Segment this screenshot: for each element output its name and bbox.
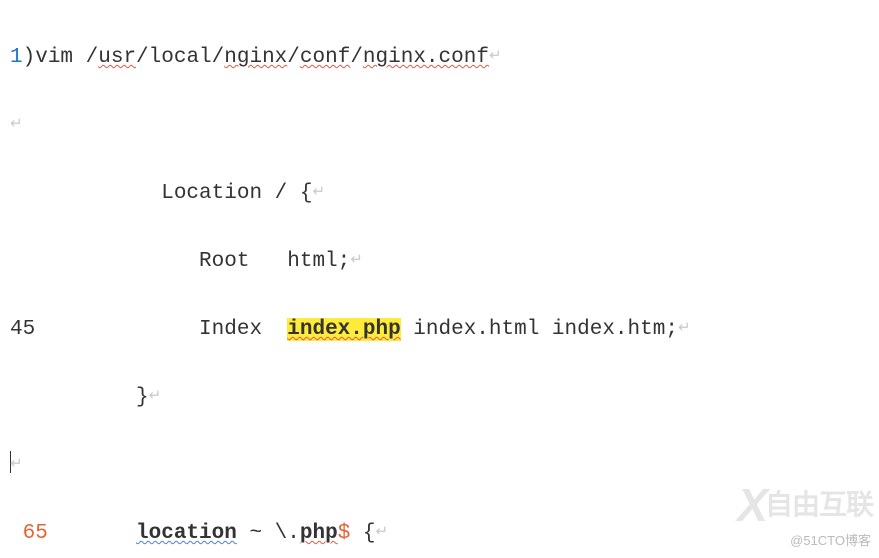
code-text: / <box>287 46 300 69</box>
newline-icon: ↵ <box>149 388 162 405</box>
newline-icon: ↵ <box>350 252 363 269</box>
newline-icon: ↵ <box>376 524 389 541</box>
code-line-6: }↵ <box>10 380 879 414</box>
newline-icon: ↵ <box>10 456 23 473</box>
code-text: nginx.conf <box>363 46 489 69</box>
line-number: 45 <box>10 318 35 341</box>
code-line-3: Location / {↵ <box>10 176 879 210</box>
code-line-4: Root html;↵ <box>10 244 879 278</box>
code-text: Index <box>35 318 287 341</box>
code-text: conf <box>300 46 350 69</box>
code-line-blank: ↵ <box>10 108 879 142</box>
newline-icon: ↵ <box>312 184 325 201</box>
keyword-location: location <box>136 522 237 545</box>
code-line-cursor: ↵ <box>10 448 879 482</box>
code-text <box>48 522 136 545</box>
code-block: 1)vim /usr/local/nginx/conf/nginx.conf↵ … <box>0 0 879 558</box>
code-line-65: 65 location ~ \.php$ {↵ <box>10 516 879 550</box>
keyword-php: php <box>300 522 338 545</box>
paren: ) <box>23 46 36 69</box>
code-text: { <box>350 522 375 545</box>
code-text: Location / { <box>10 182 312 205</box>
code-text: ~ \. <box>237 522 300 545</box>
code-text: } <box>10 386 149 409</box>
code-text: Root html; <box>10 250 350 273</box>
code-line-1: 1)vim /usr/local/nginx/conf/nginx.conf↵ <box>10 40 879 74</box>
line-number: 1 <box>10 46 23 69</box>
code-text: usr <box>98 46 136 69</box>
code-text: nginx <box>224 46 287 69</box>
code-line-5: 45 Index index.php index.html index.htm;… <box>10 312 879 346</box>
line-number: 65 <box>10 522 48 545</box>
code-text: / <box>350 46 363 69</box>
newline-icon: ↵ <box>678 320 691 337</box>
code-text: /local/ <box>136 46 224 69</box>
newline-icon: ↵ <box>10 116 23 133</box>
highlight-index-php: index.php <box>287 318 400 341</box>
code-text: vim / <box>35 46 98 69</box>
newline-icon: ↵ <box>489 48 502 65</box>
regex-eol: $ <box>338 522 351 545</box>
code-text: index.html index.htm; <box>401 318 678 341</box>
